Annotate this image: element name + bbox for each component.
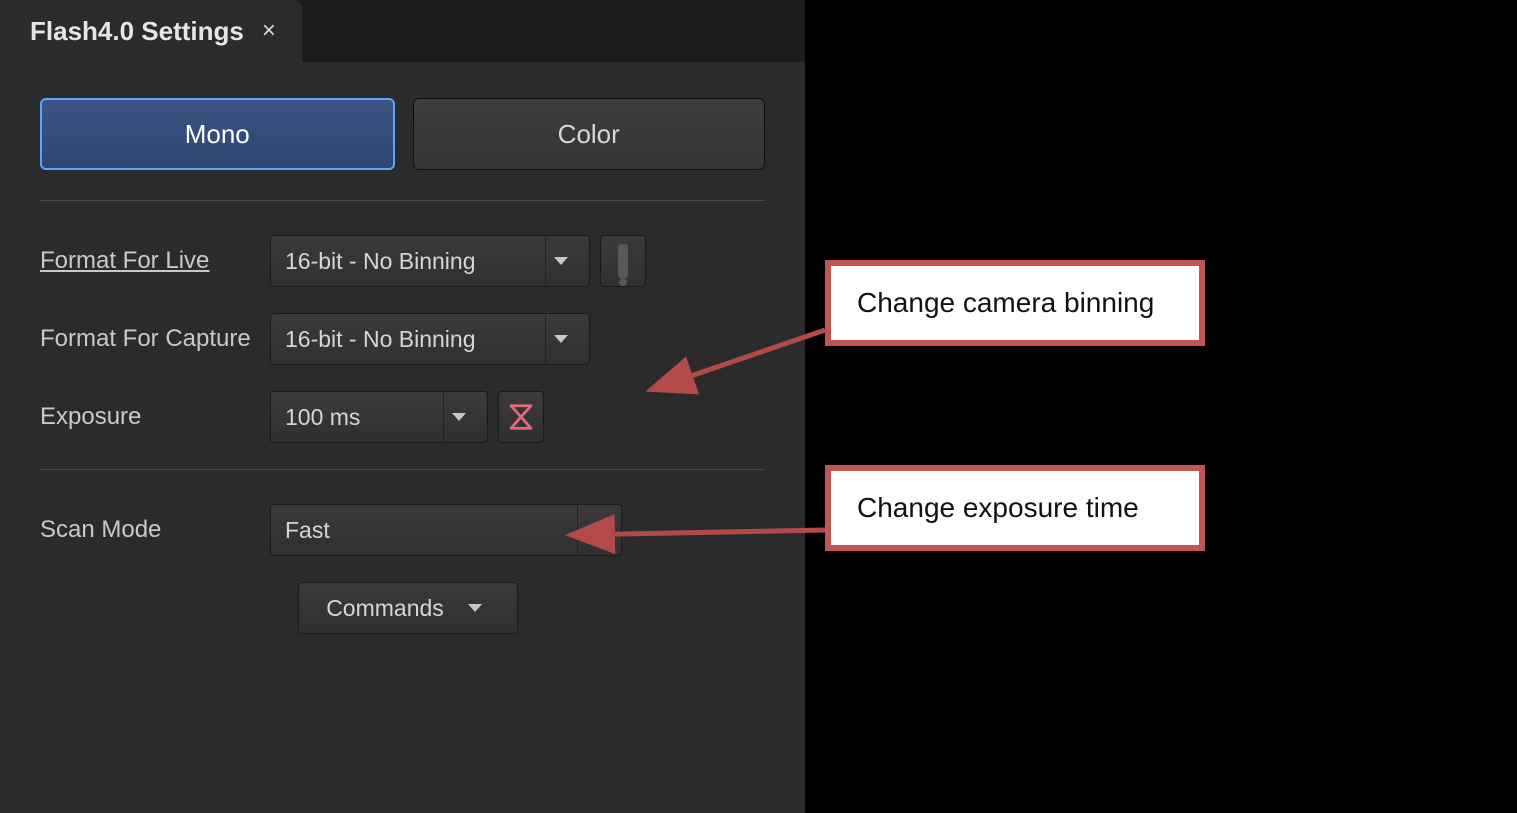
exposure-dropdown[interactable]: 100 ms [270, 391, 488, 443]
chevron-down-icon [460, 583, 490, 633]
format-live-label: Format For Live [40, 247, 270, 275]
callout-binning: Change camera binning [825, 260, 1205, 346]
mono-button[interactable]: Mono [40, 98, 395, 170]
alert-icon [618, 244, 628, 278]
commands-row: Commands [40, 582, 765, 634]
format-capture-value: 16-bit - No Binning [285, 326, 533, 353]
callout-exposure-text: Change exposure time [857, 492, 1139, 523]
callout-binning-text: Change camera binning [857, 287, 1154, 318]
chevron-down-icon [577, 505, 607, 555]
scan-mode-row: Scan Mode Fast [40, 504, 765, 556]
divider [40, 469, 765, 470]
chevron-down-icon [443, 392, 473, 442]
tab-bar: Flash4.0 Settings × [0, 0, 805, 62]
scan-mode-dropdown[interactable]: Fast [270, 504, 622, 556]
mode-toggle-row: Mono Color [40, 98, 765, 170]
chevron-down-icon [545, 236, 575, 286]
format-live-row: Format For Live 16-bit - No Binning [40, 235, 765, 287]
format-capture-row: Format For Capture 16-bit - No Binning [40, 313, 765, 365]
format-live-dropdown[interactable]: 16-bit - No Binning [270, 235, 590, 287]
tab-flash-settings[interactable]: Flash4.0 Settings × [0, 0, 302, 62]
close-icon[interactable]: × [262, 17, 276, 45]
hourglass-icon [506, 402, 536, 432]
format-alert-button[interactable] [600, 235, 646, 287]
callout-exposure: Change exposure time [825, 465, 1205, 551]
settings-panel: Flash4.0 Settings × Mono Color Format Fo… [0, 0, 805, 813]
divider [40, 200, 765, 201]
format-capture-label: Format For Capture [40, 325, 270, 353]
exposure-value: 100 ms [285, 404, 431, 431]
commands-dropdown[interactable]: Commands [298, 582, 518, 634]
exposure-label: Exposure [40, 403, 270, 431]
exposure-row: Exposure 100 ms [40, 391, 765, 443]
panel-body: Mono Color Format For Live 16-bit - No B… [0, 62, 805, 680]
format-capture-dropdown[interactable]: 16-bit - No Binning [270, 313, 590, 365]
scan-mode-value: Fast [285, 517, 565, 544]
commands-label: Commands [326, 595, 450, 622]
format-live-value: 16-bit - No Binning [285, 248, 533, 275]
chevron-down-icon [545, 314, 575, 364]
scan-mode-label: Scan Mode [40, 516, 270, 544]
color-button[interactable]: Color [413, 98, 766, 170]
tab-title: Flash4.0 Settings [30, 16, 244, 47]
auto-exposure-button[interactable] [498, 391, 544, 443]
